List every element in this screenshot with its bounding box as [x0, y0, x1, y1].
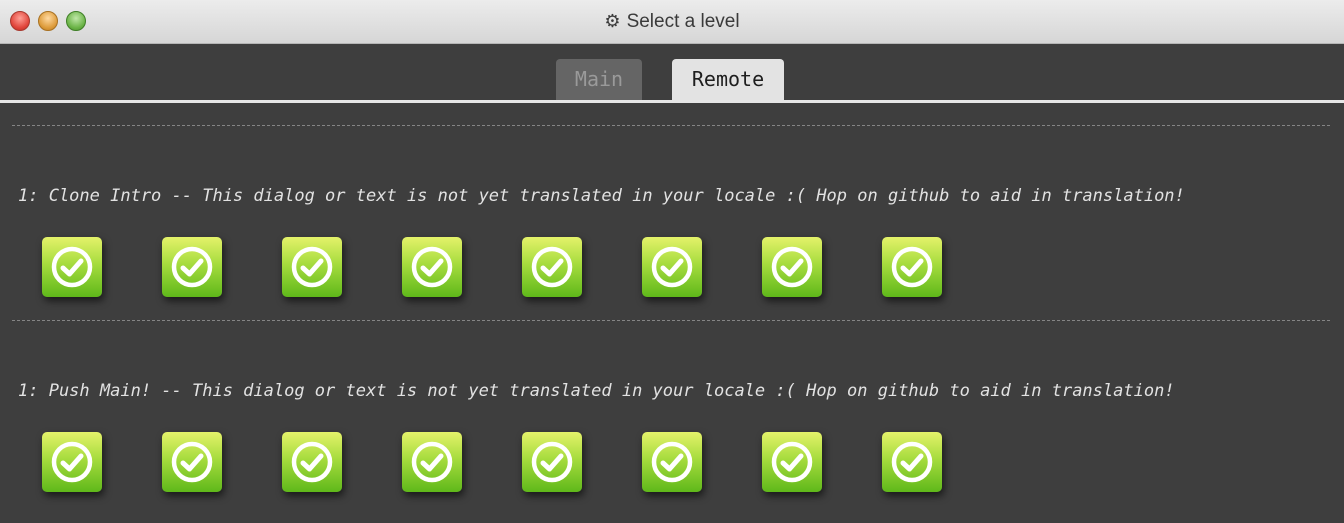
section-divider — [12, 125, 1330, 126]
section-title-clone-intro: 1: Clone Intro -- This dialog or text is… — [18, 186, 1185, 206]
check-circle-icon — [891, 246, 933, 288]
level-button[interactable] — [162, 237, 222, 297]
level-button[interactable] — [402, 432, 462, 492]
check-circle-icon — [771, 441, 813, 483]
section-title-push-main: 1: Push Main! -- This dialog or text is … — [18, 381, 1175, 401]
check-circle-icon — [531, 441, 573, 483]
check-circle-icon — [411, 441, 453, 483]
section-divider — [12, 320, 1330, 321]
window-titlebar: ⚙ Select a level — [0, 0, 1344, 44]
level-button[interactable] — [642, 432, 702, 492]
level-button[interactable] — [42, 237, 102, 297]
check-circle-icon — [891, 441, 933, 483]
check-circle-icon — [531, 246, 573, 288]
level-button[interactable] — [642, 237, 702, 297]
level-button[interactable] — [522, 432, 582, 492]
check-circle-icon — [291, 246, 333, 288]
level-button[interactable] — [522, 237, 582, 297]
window-title-text: Select a level — [626, 11, 740, 32]
tab-remote[interactable]: Remote — [672, 59, 784, 100]
tab-bar: Main Remote — [0, 44, 1344, 102]
level-button[interactable] — [282, 432, 342, 492]
tab-main[interactable]: Main — [556, 59, 642, 100]
check-circle-icon — [651, 246, 693, 288]
check-circle-icon — [411, 246, 453, 288]
check-circle-icon — [51, 246, 93, 288]
level-button[interactable] — [762, 432, 822, 492]
check-circle-icon — [771, 246, 813, 288]
check-circle-icon — [171, 246, 213, 288]
check-circle-icon — [171, 441, 213, 483]
level-button[interactable] — [282, 237, 342, 297]
level-button[interactable] — [882, 432, 942, 492]
level-button[interactable] — [762, 237, 822, 297]
check-circle-icon — [291, 441, 333, 483]
level-button[interactable] — [162, 432, 222, 492]
level-button[interactable] — [882, 237, 942, 297]
check-circle-icon — [51, 441, 93, 483]
gear-icon: ⚙ — [604, 11, 621, 31]
check-circle-icon — [651, 441, 693, 483]
level-button[interactable] — [402, 237, 462, 297]
level-button[interactable] — [42, 432, 102, 492]
tab-underline — [0, 100, 1344, 103]
window-title: ⚙ Select a level — [0, 0, 1344, 44]
